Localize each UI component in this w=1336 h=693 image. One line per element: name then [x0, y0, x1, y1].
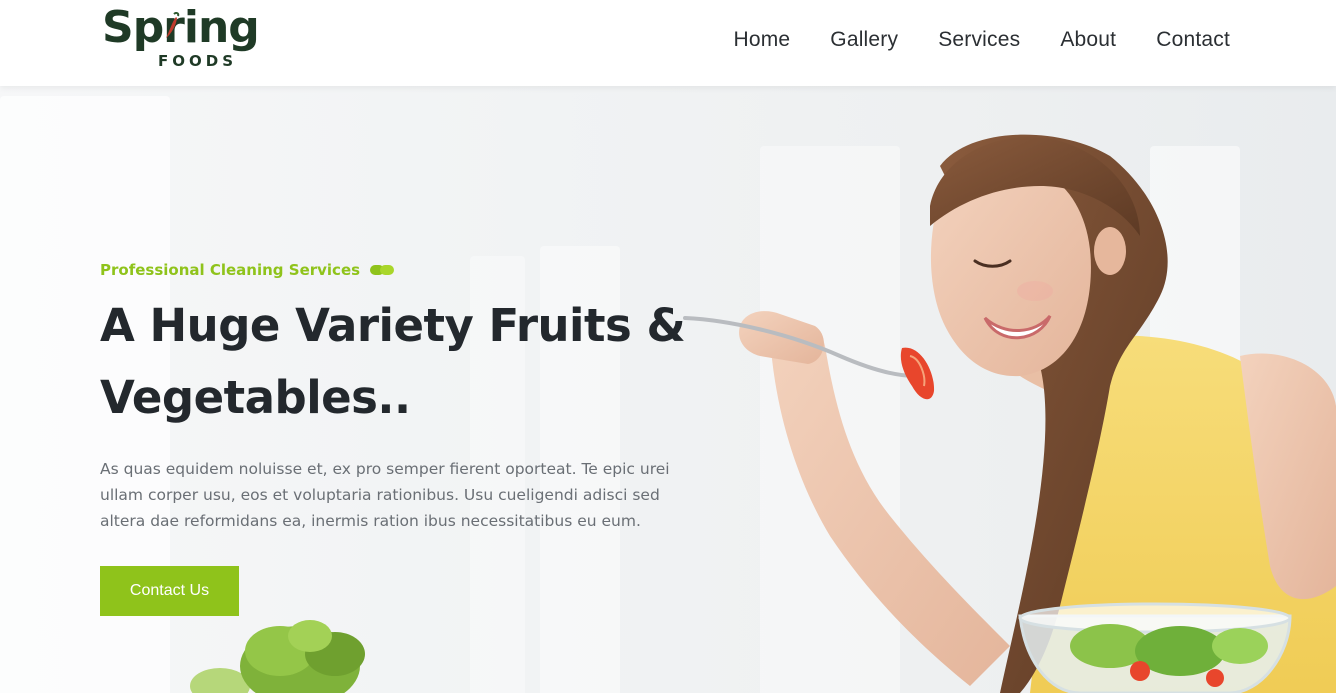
headline-line-2: Vegetables.. [100, 371, 411, 424]
hero-headline: A Huge Variety Fruits & Vegetables.. [100, 290, 720, 434]
hero-content: Professional Cleaning Services A Huge Va… [100, 256, 686, 616]
nav-contact[interactable]: Contact [1156, 28, 1230, 52]
lettuce-illustration [190, 620, 365, 693]
nav-services[interactable]: Services [938, 28, 1020, 52]
contact-us-button[interactable]: Contact Us [100, 566, 239, 616]
chili-icon [166, 12, 180, 38]
hero-section: Professional Cleaning Services A Huge Va… [0, 86, 1336, 693]
main-nav: Home Gallery Services About Contact [733, 28, 1230, 52]
woman-eating-illustration [683, 134, 1336, 693]
headline-line-1: A Huge Variety Fruits & [100, 299, 686, 352]
nav-about[interactable]: About [1060, 28, 1116, 52]
tagline-row: Professional Cleaning Services [100, 256, 680, 284]
logo-subtitle: FOODS [158, 52, 238, 70]
tagline-dots-icon [370, 265, 395, 275]
hero-tagline: Professional Cleaning Services [100, 261, 361, 279]
hero-description: As quas equidem noluisse et, ex pro semp… [100, 460, 670, 530]
nav-gallery[interactable]: Gallery [830, 28, 898, 52]
brand-logo[interactable]: Spring FOODS [102, 6, 278, 74]
nav-home[interactable]: Home [733, 28, 790, 52]
site-header: Spring FOODS Home Gallery Services About… [0, 0, 1336, 86]
